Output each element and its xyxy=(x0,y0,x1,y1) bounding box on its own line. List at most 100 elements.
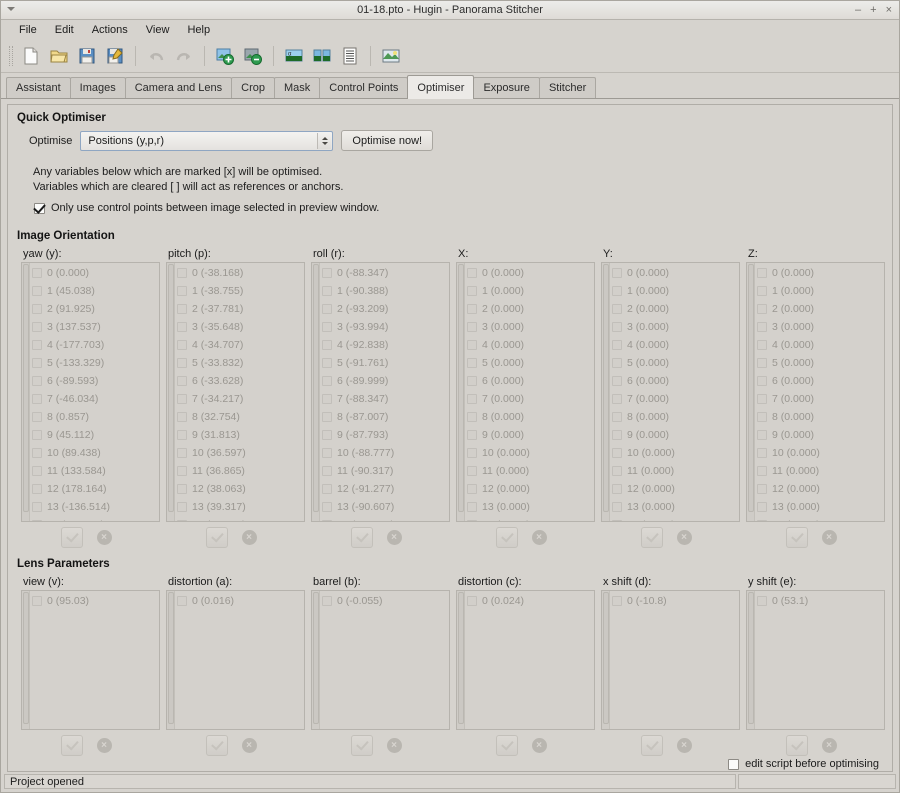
select-all-icon[interactable] xyxy=(351,735,373,756)
list-item[interactable]: 10 (0.000) xyxy=(610,444,739,462)
list-item[interactable]: 14 (-88.295) xyxy=(320,516,449,522)
optimise-now-button[interactable]: Optimise now! xyxy=(341,130,433,151)
clear-all-icon[interactable]: × xyxy=(673,527,695,548)
item-checkbox[interactable] xyxy=(612,412,622,422)
select-all-icon[interactable] xyxy=(351,527,373,548)
list-item[interactable]: 0 (0.000) xyxy=(610,264,739,282)
tab-mask[interactable]: Mask xyxy=(274,77,320,98)
scrollbar-thumb[interactable] xyxy=(313,264,319,512)
list-item[interactable]: 0 (0.000) xyxy=(755,264,884,282)
item-checkbox[interactable] xyxy=(322,394,332,404)
list-item[interactable]: 5 (0.000) xyxy=(755,354,884,372)
list-scrollbar[interactable] xyxy=(457,263,465,521)
list-item[interactable]: 2 (-93.209) xyxy=(320,300,449,318)
list-box[interactable]: 0 (95.03) xyxy=(21,590,160,730)
list-item[interactable]: 8 (0.000) xyxy=(465,408,594,426)
list-item[interactable]: 4 (-34.707) xyxy=(175,336,304,354)
clear-all-icon[interactable]: × xyxy=(818,527,840,548)
add-image-icon[interactable] xyxy=(212,43,238,69)
list-scrollbar[interactable] xyxy=(312,263,320,521)
select-all-icon[interactable] xyxy=(61,735,83,756)
list-item[interactable]: 5 (-33.832) xyxy=(175,354,304,372)
item-checkbox[interactable] xyxy=(612,484,622,494)
list-item[interactable]: 9 (0.000) xyxy=(465,426,594,444)
scrollbar-thumb[interactable] xyxy=(603,264,609,512)
list-item[interactable]: 0 (-10.8) xyxy=(610,592,739,610)
item-checkbox[interactable] xyxy=(467,394,477,404)
select-all-icon[interactable] xyxy=(496,527,518,548)
item-checkbox[interactable] xyxy=(757,322,767,332)
select-all-icon[interactable] xyxy=(641,735,663,756)
item-checkbox[interactable] xyxy=(322,596,332,606)
list-item[interactable]: 10 (0.000) xyxy=(465,444,594,462)
list-item[interactable]: 11 (0.000) xyxy=(465,462,594,480)
item-checkbox[interactable] xyxy=(612,304,622,314)
tab-optimiser[interactable]: Optimiser xyxy=(407,75,474,99)
list-item[interactable]: 2 (0.000) xyxy=(610,300,739,318)
item-checkbox[interactable] xyxy=(757,376,767,386)
list-item[interactable]: 7 (-46.034) xyxy=(30,390,159,408)
open-icon[interactable] xyxy=(46,43,72,69)
list-item[interactable]: 3 (137.537) xyxy=(30,318,159,336)
item-checkbox[interactable] xyxy=(467,502,477,512)
item-checkbox[interactable] xyxy=(467,466,477,476)
list-item[interactable]: 6 (0.000) xyxy=(610,372,739,390)
minimize-button[interactable]: – xyxy=(855,5,861,16)
scrollbar-thumb[interactable] xyxy=(313,592,319,724)
list-item[interactable]: 7 (-88.347) xyxy=(320,390,449,408)
item-checkbox[interactable] xyxy=(612,520,622,522)
select-all-icon[interactable] xyxy=(206,527,228,548)
list-item[interactable]: 13 (0.000) xyxy=(755,498,884,516)
list-scrollbar[interactable] xyxy=(747,263,755,521)
scrollbar-thumb[interactable] xyxy=(168,592,174,724)
tab-assistant[interactable]: Assistant xyxy=(6,77,71,98)
clear-all-icon[interactable]: × xyxy=(93,527,115,548)
item-checkbox[interactable] xyxy=(612,502,622,512)
item-checkbox[interactable] xyxy=(757,286,767,296)
item-checkbox[interactable] xyxy=(612,376,622,386)
item-checkbox[interactable] xyxy=(612,596,622,606)
clear-all-icon[interactable]: × xyxy=(528,735,550,756)
item-checkbox[interactable] xyxy=(177,286,187,296)
optimise-select[interactable]: Positions (y,p,r) xyxy=(80,131,333,151)
list-item[interactable]: 12 (178.164) xyxy=(30,480,159,498)
item-checkbox[interactable] xyxy=(757,448,767,458)
item-checkbox[interactable] xyxy=(612,286,622,296)
item-checkbox[interactable] xyxy=(177,394,187,404)
item-checkbox[interactable] xyxy=(177,304,187,314)
item-checkbox[interactable] xyxy=(177,502,187,512)
item-checkbox[interactable] xyxy=(322,268,332,278)
clear-all-icon[interactable]: × xyxy=(528,527,550,548)
tab-images[interactable]: Images xyxy=(70,77,126,98)
item-checkbox[interactable] xyxy=(757,596,767,606)
list-item[interactable]: 7 (-34.217) xyxy=(175,390,304,408)
item-checkbox[interactable] xyxy=(177,466,187,476)
scrollbar-thumb[interactable] xyxy=(458,264,464,512)
list-item[interactable]: 4 (-177.703) xyxy=(30,336,159,354)
list-item[interactable]: 8 (0.000) xyxy=(610,408,739,426)
list-item[interactable]: 2 (91.925) xyxy=(30,300,159,318)
item-checkbox[interactable] xyxy=(32,358,42,368)
item-checkbox[interactable] xyxy=(612,340,622,350)
item-checkbox[interactable] xyxy=(467,358,477,368)
list-item[interactable]: 5 (0.000) xyxy=(465,354,594,372)
list-item[interactable]: 10 (0.000) xyxy=(755,444,884,462)
only-control-points-row[interactable]: Only use control points between image se… xyxy=(34,202,885,214)
clear-all-icon[interactable]: × xyxy=(673,735,695,756)
list-item[interactable]: 12 (-91.277) xyxy=(320,480,449,498)
clear-all-icon[interactable]: × xyxy=(238,735,260,756)
scrollbar-thumb[interactable] xyxy=(458,592,464,724)
clear-all-icon[interactable]: × xyxy=(93,735,115,756)
list-box[interactable]: 0 (0.000) 1 (0.000) 2 (0.000) 3 (0.000) … xyxy=(456,262,595,522)
list-item[interactable]: 3 (0.000) xyxy=(610,318,739,336)
item-checkbox[interactable] xyxy=(177,484,187,494)
tab-control-points[interactable]: Control Points xyxy=(319,77,408,98)
list-scrollbar[interactable] xyxy=(22,591,30,729)
list-item[interactable]: 9 (-87.793) xyxy=(320,426,449,444)
item-checkbox[interactable] xyxy=(322,412,332,422)
list-scrollbar[interactable] xyxy=(22,263,30,521)
list-box[interactable]: 0 (-38.168) 1 (-38.755) 2 (-37.781) 3 (-… xyxy=(166,262,305,522)
list-scrollbar[interactable] xyxy=(747,591,755,729)
list-box[interactable]: 0 (-88.347) 1 (-90.388) 2 (-93.209) 3 (-… xyxy=(311,262,450,522)
list-item[interactable]: 13 (-136.514) xyxy=(30,498,159,516)
